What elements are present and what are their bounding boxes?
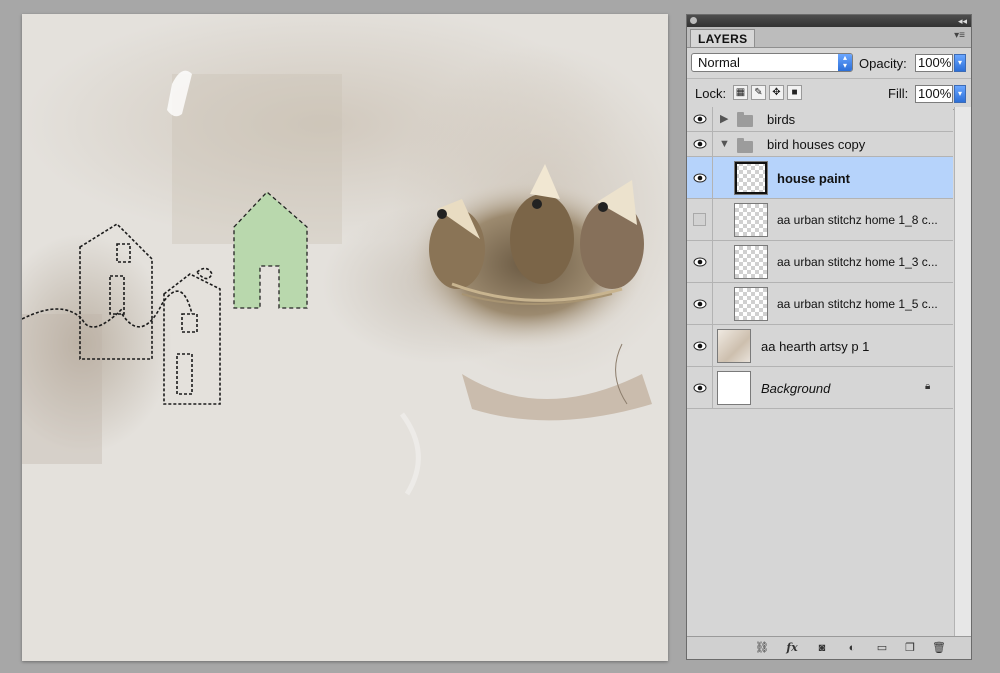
fill-input[interactable]: 100% bbox=[915, 85, 953, 103]
expand-triangle-icon[interactable]: ▶ bbox=[720, 112, 728, 125]
layer-name: birds bbox=[767, 112, 796, 127]
layer-thumbnail[interactable] bbox=[717, 371, 751, 405]
blend-mode-value: Normal bbox=[698, 55, 740, 70]
opacity-input[interactable]: 100% bbox=[915, 54, 953, 72]
fill-label: Fill: bbox=[888, 86, 909, 101]
document-canvas[interactable] bbox=[22, 14, 668, 661]
layer-row-background[interactable]: Background 🔒︎ bbox=[687, 367, 953, 409]
eye-hidden-box bbox=[693, 213, 706, 226]
eye-icon bbox=[693, 139, 707, 149]
collapse-triangle-icon[interactable]: ▼ bbox=[719, 138, 730, 150]
trash-icon[interactable]: 🗑︎ bbox=[930, 640, 948, 656]
lock-all-icon[interactable]: ■ bbox=[787, 85, 802, 100]
tab-layers[interactable]: LAYERS bbox=[690, 29, 756, 47]
layer-name: aa hearth artsy p 1 bbox=[761, 339, 870, 354]
opacity-label: Opacity: bbox=[859, 56, 907, 71]
lock-position-icon[interactable]: ✥ bbox=[769, 85, 784, 100]
layer-thumbnail[interactable] bbox=[734, 287, 768, 321]
layer-thumbnail[interactable] bbox=[717, 329, 751, 363]
eye-icon bbox=[693, 299, 707, 309]
layer-row-hearth-artsy[interactable]: aa hearth artsy p 1 bbox=[687, 325, 953, 367]
lock-pixels-icon[interactable]: ✎ bbox=[751, 85, 766, 100]
layer-thumbnail[interactable] bbox=[734, 245, 768, 279]
eye-icon bbox=[693, 341, 707, 351]
layer-row-stitchz-1-3[interactable]: aa urban stitchz home 1_3 c... bbox=[687, 241, 953, 283]
layer-row-house-paint[interactable]: house paint bbox=[687, 157, 953, 199]
layer-name: aa urban stitchz home 1_5 c... bbox=[777, 297, 938, 311]
eye-icon bbox=[693, 257, 707, 267]
new-layer-icon[interactable]: ❐ bbox=[901, 640, 919, 656]
visibility-toggle[interactable] bbox=[687, 157, 713, 198]
layer-name: aa urban stitchz home 1_3 c... bbox=[777, 255, 938, 269]
visibility-toggle[interactable] bbox=[687, 241, 713, 282]
visibility-toggle[interactable] bbox=[687, 367, 713, 408]
collapse-icon[interactable]: ◂◂ bbox=[958, 15, 967, 27]
eye-icon bbox=[693, 383, 707, 393]
close-icon[interactable] bbox=[690, 17, 697, 24]
layer-name: Background bbox=[761, 381, 831, 396]
lock-fill-row: Lock: ▦ ✎ ✥ ■ Fill: 100% ▾ bbox=[687, 78, 971, 110]
fx-icon[interactable]: fx bbox=[783, 640, 801, 656]
layers-panel: ◂◂ LAYERS ▾≡ Normal ▴ ▾ Opacity: 100% ▾ L… bbox=[686, 14, 972, 660]
layer-thumbnail[interactable] bbox=[734, 161, 768, 195]
layer-thumbnail[interactable] bbox=[734, 203, 768, 237]
lock-label: Lock: bbox=[695, 86, 727, 101]
fill-dropdown-icon[interactable]: ▾ bbox=[954, 85, 966, 103]
panel-tab-bar: LAYERS ▾≡ bbox=[687, 27, 971, 48]
opacity-dropdown-icon[interactable]: ▾ bbox=[954, 54, 966, 72]
visibility-toggle[interactable] bbox=[687, 107, 713, 131]
blend-opacity-row: Normal ▴ ▾ Opacity: 100% ▾ bbox=[687, 48, 971, 78]
layers-toolbar: ⛓︎ fx ◙ ◐ ▭ ❐ 🗑︎ bbox=[687, 636, 971, 659]
visibility-toggle[interactable] bbox=[687, 132, 713, 156]
layer-list: ▶ birds ▼ bird houses copy house paint a… bbox=[687, 107, 953, 637]
layer-name: bird houses copy bbox=[767, 137, 866, 152]
visibility-toggle[interactable] bbox=[687, 199, 713, 240]
layer-name: aa urban stitchz home 1_8 c... bbox=[777, 213, 938, 227]
layer-row-birds[interactable]: ▶ birds bbox=[687, 107, 953, 132]
lock-icon: 🔒︎ bbox=[925, 381, 931, 392]
layer-row-bird-houses-copy[interactable]: ▼ bird houses copy bbox=[687, 132, 953, 157]
link-icon[interactable]: ⛓︎ bbox=[753, 640, 771, 656]
eye-icon bbox=[693, 114, 707, 124]
lock-transparency-icon[interactable]: ▦ bbox=[733, 85, 748, 100]
layer-row-stitchz-1-8[interactable]: aa urban stitchz home 1_8 c... bbox=[687, 199, 953, 241]
visibility-toggle[interactable] bbox=[687, 283, 713, 324]
eye-icon bbox=[693, 173, 707, 183]
visibility-toggle[interactable] bbox=[687, 325, 713, 366]
panel-menu-icon[interactable]: ▾≡ bbox=[954, 30, 965, 41]
folder-icon[interactable]: ▭ bbox=[873, 640, 891, 656]
panel-title-bar[interactable]: ◂◂ bbox=[687, 15, 971, 27]
blend-mode-select[interactable]: Normal ▴ ▾ bbox=[691, 53, 853, 72]
layer-row-stitchz-1-5[interactable]: aa urban stitchz home 1_5 c... bbox=[687, 283, 953, 325]
artwork bbox=[22, 14, 668, 661]
folder-icon bbox=[737, 138, 753, 153]
adjustment-icon[interactable]: ◐ bbox=[843, 640, 861, 656]
folder-icon bbox=[737, 112, 753, 127]
layer-list-scrollbar[interactable] bbox=[954, 107, 971, 637]
mask-icon[interactable]: ◙ bbox=[813, 640, 831, 656]
layer-name: house paint bbox=[777, 171, 850, 186]
chevron-updown-icon: ▴ ▾ bbox=[838, 54, 852, 71]
